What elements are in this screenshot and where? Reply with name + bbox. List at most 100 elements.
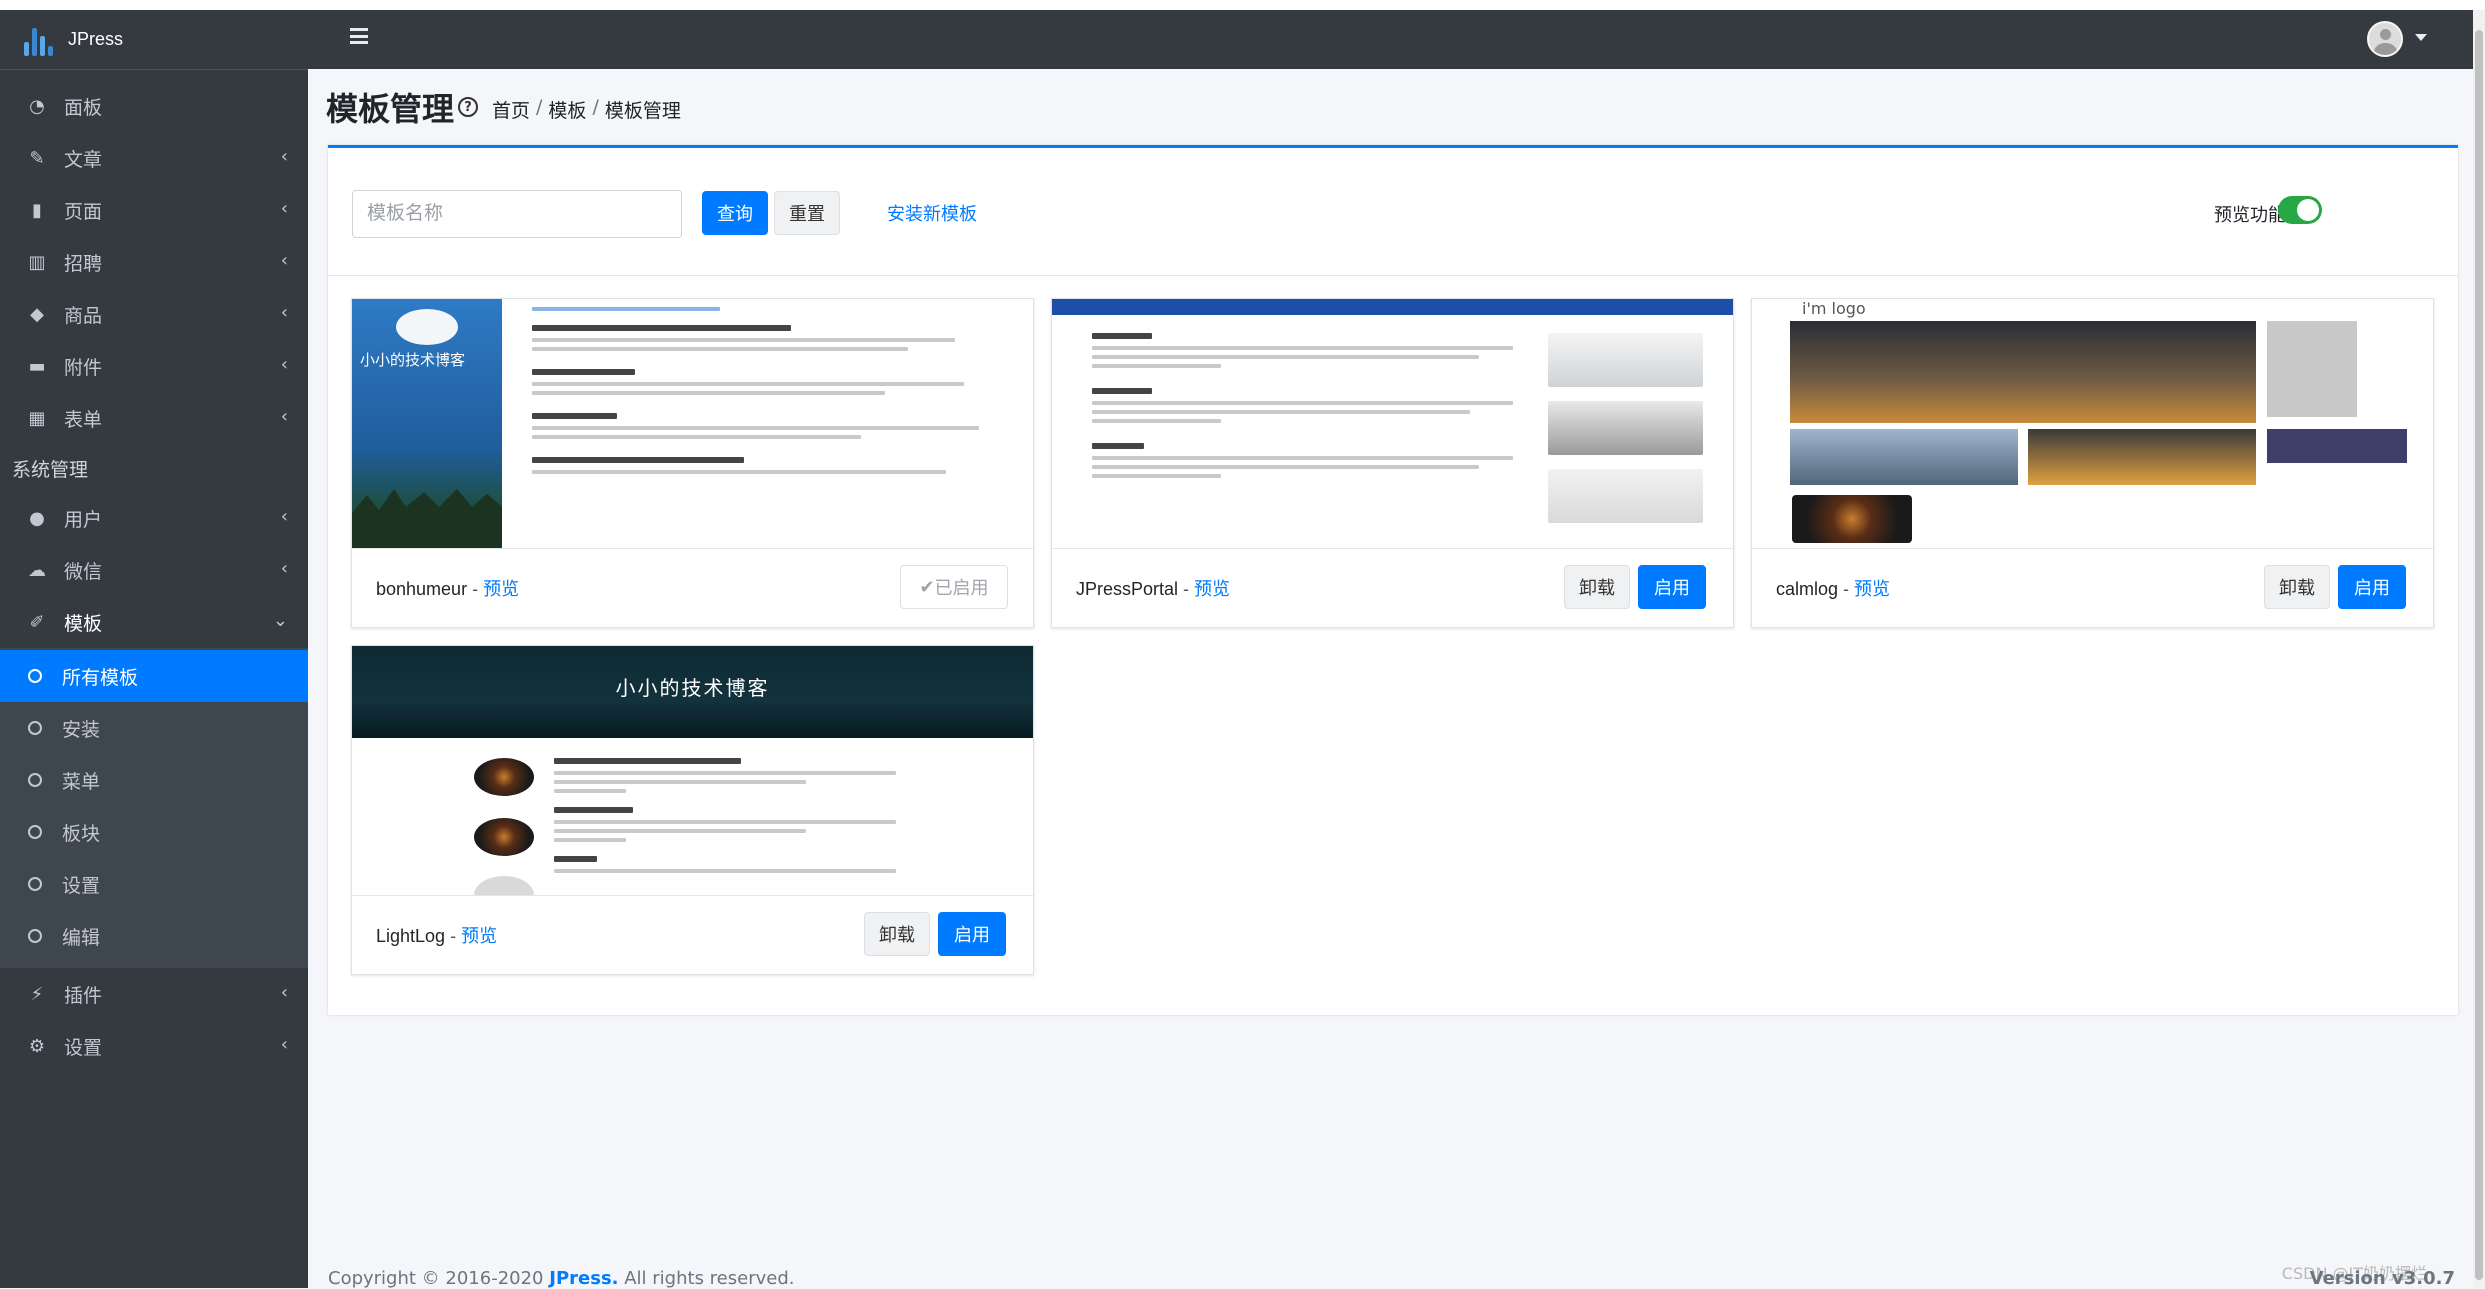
template-enabled-button: ✔ 已启用 [900,565,1008,609]
sidebar: JPress ◔ 面板 ✎ 文章 ‹ ▮ 页面 ‹ ▥ 招聘 ‹ ◆ 商品 ‹ ▬ 附件 ‹ ▦ 表单 ‹… [0,10,308,1288]
breadcrumb-current: 模板管理 [604,100,681,122]
template-preview-link[interactable]: 预览 [461,926,497,946]
thumb-disc-image [474,758,534,796]
hamburger-menu-icon[interactable] [350,28,368,44]
footer-brand-link[interactable]: JPress. [549,1268,618,1289]
scrollbar-thumb[interactable] [2475,30,2483,1280]
sidebar-subitem-menu[interactable]: 菜单 [0,754,308,806]
thumb-photo-2 [2028,429,2256,485]
user-avatar[interactable] [2367,21,2403,57]
sidebar-item-articles[interactable]: ✎ 文章 ‹ [0,132,308,184]
template-preview-link[interactable]: 预览 [1194,579,1230,599]
chevron-left-icon: ‹ [280,354,288,375]
thumb-disc-image [1792,495,1912,543]
chevron-left-icon: ‹ [280,198,288,219]
sidebar-section-header: 系统管理 [12,458,89,481]
sidebar-item-attachments[interactable]: ▬ 附件 ‹ [0,340,308,392]
sidebar-subitem-edit[interactable]: 编辑 [0,910,308,962]
thumb-controller-image [1548,469,1703,523]
preview-toggle[interactable] [2278,196,2322,224]
enable-button[interactable]: 启用 [938,912,1006,956]
template-preview-image[interactable]: 小小的技术博客 [352,299,1033,549]
chart-icon: ▥ [28,251,46,273]
sidebar-item-users[interactable]: ● 用户 ‹ [0,492,308,544]
enable-button[interactable]: 启用 [1638,565,1706,609]
sidebar-item-jobs[interactable]: ▥ 招聘 ‹ [0,236,308,288]
scrollbar[interactable] [2473,10,2485,1288]
sidebar-item-settings[interactable]: ⚙ 设置 ‹ [0,1020,308,1072]
uninstall-button[interactable]: 卸载 [864,912,930,956]
template-card-jpressportal: JPressPortal - 预览 卸载 启用 [1051,298,1734,628]
template-preview-image[interactable]: i'm logo [1752,299,2433,549]
enable-button[interactable]: 启用 [2338,565,2406,609]
browser-top-edge [0,0,2485,10]
uninstall-button[interactable]: 卸载 [2264,565,2330,609]
thumb-shoe-image [1548,401,1703,455]
chevron-left-icon: ‹ [280,982,288,1003]
file-icon: ▮ [32,199,42,221]
thumb-article-list [532,307,1002,479]
template-name: LightLog [376,926,446,946]
chevron-left-icon: ‹ [280,302,288,323]
thumb-sidebar-block [2267,429,2407,463]
sidebar-item-plugins[interactable]: ⚡ 插件 ‹ [0,968,308,1020]
thumb-top-nav [1052,299,1733,315]
tag-icon: ◆ [30,303,44,325]
sidebar-item-wechat[interactable]: ☁ 微信 ‹ [0,544,308,596]
circle-icon [24,717,46,739]
wechat-icon: ☁ [28,559,46,581]
chevron-left-icon: ‹ [280,146,288,167]
thumb-photo-1 [1790,429,2018,485]
thumb-hero-image [1790,321,2256,423]
thumb-logo-text: i'm logo [1802,299,1866,318]
query-button[interactable]: 查询 [702,191,768,235]
template-preview-link[interactable]: 预览 [483,579,519,599]
template-card-footer: bonhumeur - 预览 ✔ 已启用 [352,549,1033,627]
sidebar-item-dashboard[interactable]: ◔ 面板 [0,80,308,132]
circle-icon [24,821,46,843]
thumb-mosaic [2267,321,2357,417]
sidebar-subitem-blocks[interactable]: 板块 [0,806,308,858]
chevron-down-icon: ⌄ [272,610,288,631]
templates-card: 查询 重置 安装新模板 预览功能 小小的技术博客 bonhumeur - 预览 … [328,145,2458,1015]
template-name: JPressPortal [1076,579,1179,599]
chevron-left-icon: ‹ [280,250,288,271]
sidebar-item-products[interactable]: ◆ 商品 ‹ [0,288,308,340]
template-card-footer: LightLog - 预览 卸载 启用 [352,896,1033,974]
template-name: calmlog [1776,579,1839,599]
template-preview-image[interactable] [1052,299,1733,549]
template-name-input[interactable] [352,190,682,238]
reset-button[interactable]: 重置 [774,191,840,235]
sidebar-item-templates[interactable]: ✐ 模板 ⌄ [0,596,308,648]
install-template-link[interactable]: 安装新模板 [862,191,1002,235]
template-card-bonhumeur: 小小的技术博客 bonhumeur - 预览 ✔ 已启用 [351,298,1034,628]
breadcrumb-home[interactable]: 首页 [492,96,530,123]
chevron-left-icon: ‹ [280,406,288,427]
user-icon: ● [29,507,45,529]
sidebar-subitem-install[interactable]: 安装 [0,702,308,754]
thumb-title: 小小的技术博客 [360,351,466,369]
edit-icon: ✎ [29,147,45,169]
help-icon[interactable]: ? [458,97,478,117]
thumb-blog-sidebar: 小小的技术博客 [352,299,502,548]
chevron-left-icon: ‹ [280,1034,288,1055]
template-card-calmlog: i'm logo calmlog - 预览 卸载 启用 [1751,298,2434,628]
thumb-title: 小小的技术博客 [615,676,770,700]
template-preview-image[interactable]: 小小的技术博客 [352,646,1033,896]
breadcrumb-templates[interactable]: 模板 [548,96,586,123]
circle-icon [24,665,46,687]
thumb-disc-image [474,876,534,895]
template-preview-link[interactable]: 预览 [1854,579,1890,599]
uninstall-button[interactable]: 卸载 [1564,565,1630,609]
sidebar-item-forms[interactable]: ▦ 表单 ‹ [0,392,308,444]
caret-down-icon[interactable] [2415,34,2427,41]
gear-icon: ⚙ [28,1035,46,1057]
template-name: bonhumeur [376,579,468,599]
brand-name: JPress [68,29,124,49]
brand[interactable]: JPress [0,10,308,70]
sidebar-subitem-all-templates[interactable]: 所有模板 [0,650,308,702]
sidebar-subitem-settings[interactable]: 设置 [0,858,308,910]
circle-icon [24,873,46,895]
sidebar-item-pages[interactable]: ▮ 页面 ‹ [0,184,308,236]
thumb-article-list [554,758,914,878]
